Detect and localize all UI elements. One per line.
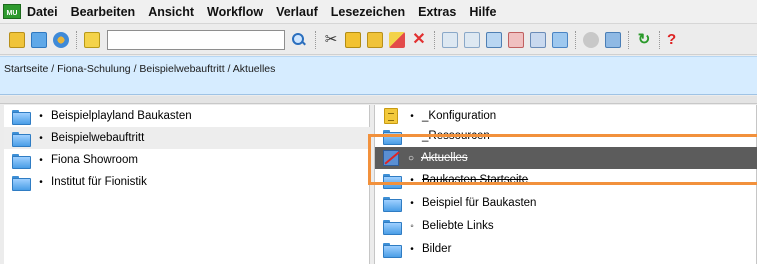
globe-icon[interactable]	[53, 31, 69, 48]
folder-icon	[12, 153, 31, 169]
menu-lesezeichen[interactable]: Lesezeichen	[331, 5, 405, 19]
breadcrumb-bar: Startseite / Fiona-Schulung / Beispielwe…	[0, 56, 757, 95]
list-item-baukasten-startseite[interactable]: • Baukasten Startseite	[375, 169, 757, 191]
document-icon	[384, 108, 398, 124]
list-item-ressourcen[interactable]: • _Ressourcen	[375, 125, 757, 147]
toolbar: ✂ ✕ ↻ ?	[0, 25, 757, 55]
status-bullet: •	[39, 154, 43, 166]
menu-datei[interactable]: Datei	[27, 5, 58, 19]
cut-icon[interactable]: ✂	[323, 31, 339, 48]
list-item-beliebte-links[interactable]: ◦ Beliebte Links	[375, 215, 757, 237]
view-details-icon[interactable]	[442, 31, 458, 48]
list-item-label: Beispiel für Baukasten	[422, 197, 537, 209]
toolbar-divider	[315, 30, 316, 49]
folder-tree-pane: • Beispielplayland Baukasten • Beispielw…	[4, 105, 370, 264]
menu-extras[interactable]: Extras	[418, 5, 456, 19]
view-list-icon[interactable]	[464, 31, 480, 48]
paste-icon[interactable]	[367, 31, 383, 48]
view-preview-icon[interactable]	[508, 31, 524, 48]
folder-icon	[12, 109, 31, 125]
tree-item-beispielplayland[interactable]: • Beispielplayland Baukasten	[4, 105, 370, 127]
list-item-konfiguration[interactable]: • _Konfiguration	[375, 105, 757, 127]
list-item-aktuelles[interactable]: ○ Aktuelles	[375, 147, 757, 169]
status-bullet: •	[410, 130, 414, 142]
status-bullet: •	[410, 174, 414, 186]
tree-item-beispielwebauftritt[interactable]: • Beispielwebauftritt	[4, 127, 370, 149]
new-folder-icon[interactable]	[31, 31, 47, 48]
menu-ansicht[interactable]: Ansicht	[148, 5, 194, 19]
edit-check-icon[interactable]	[84, 31, 100, 48]
view-columns-icon[interactable]	[486, 31, 502, 48]
list-item-label: Beliebte Links	[422, 220, 494, 232]
publish-icon[interactable]	[605, 31, 621, 48]
toolbar-divider	[659, 30, 660, 49]
app-logo-icon: MU	[3, 4, 21, 19]
new-document-icon[interactable]	[9, 31, 25, 48]
folder-icon	[383, 173, 402, 189]
view-tree-icon[interactable]	[552, 31, 568, 48]
menu-bar: MU Datei Bearbeiten Ansicht Workflow Ver…	[0, 0, 757, 24]
menu-verlauf[interactable]: Verlauf	[276, 5, 318, 19]
folder-icon	[383, 129, 402, 145]
breadcrumb[interactable]: Startseite / Fiona-Schulung / Beispielwe…	[4, 63, 275, 75]
tree-item-fiona-showroom[interactable]: • Fiona Showroom	[4, 149, 370, 171]
refresh-icon[interactable]: ↻	[636, 31, 652, 48]
list-item-label: _Konfiguration	[422, 110, 497, 122]
status-bullet: •	[39, 176, 43, 188]
toolbar-divider	[76, 30, 77, 49]
list-item-label: Aktuelles	[421, 152, 468, 164]
rename-icon[interactable]	[389, 31, 405, 48]
copy-icon[interactable]	[345, 31, 361, 48]
status-bullet: •	[39, 132, 43, 144]
folder-icon	[12, 175, 31, 191]
menu-workflow[interactable]: Workflow	[207, 5, 263, 19]
tree-item-label: Beispielwebauftritt	[51, 132, 145, 144]
status-bullet: •	[39, 110, 43, 122]
delete-icon[interactable]: ✕	[411, 31, 427, 48]
toolbar-divider	[628, 30, 629, 49]
status-bullet: ◦	[410, 220, 414, 232]
status-bullet: •	[410, 110, 414, 122]
list-item-label: Bilder	[422, 243, 452, 255]
status-bullet: •	[410, 243, 414, 255]
menu-hilfe[interactable]: Hilfe	[469, 5, 496, 19]
list-item-bilder[interactable]: • Bilder	[375, 238, 757, 260]
folder-icon	[12, 131, 31, 147]
content-list-pane: • _Konfiguration • _Ressourcen ○ Aktuell…	[374, 105, 757, 264]
folder-icon	[383, 196, 402, 212]
deleted-document-icon	[383, 150, 399, 166]
tree-item-label: Fiona Showroom	[51, 154, 138, 166]
folder-icon	[383, 242, 402, 258]
view-tiles-icon[interactable]	[530, 31, 546, 48]
help-icon[interactable]: ?	[667, 31, 676, 48]
menu-bearbeiten[interactable]: Bearbeiten	[71, 5, 136, 19]
tree-item-label: Beispielplayland Baukasten	[51, 110, 192, 122]
pane-header-strip	[0, 96, 757, 104]
toolbar-divider	[434, 30, 435, 49]
tree-item-label: Institut für Fionistik	[51, 176, 147, 188]
status-bullet: ○	[407, 152, 415, 164]
list-item-beispiel-fuer-baukasten[interactable]: • Beispiel für Baukasten	[375, 192, 757, 214]
workflow-icon[interactable]	[583, 31, 599, 48]
list-item-label: Baukasten Startseite	[422, 174, 529, 186]
search-input[interactable]	[107, 29, 285, 50]
toolbar-divider	[575, 30, 576, 49]
folder-icon	[383, 219, 402, 235]
search-icon[interactable]	[291, 32, 307, 48]
tree-item-institut-fuer-fionistik[interactable]: • Institut für Fionistik	[4, 171, 370, 193]
status-bullet: •	[410, 197, 414, 209]
list-item-label: _Ressourcen	[422, 130, 490, 142]
